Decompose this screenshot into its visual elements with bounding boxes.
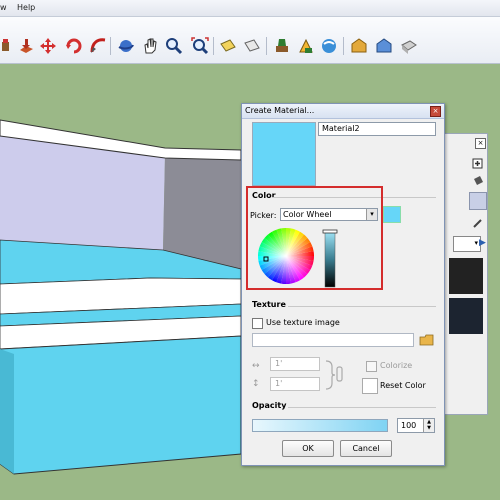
default-material-swatch[interactable] [469,192,487,210]
library-select[interactable]: ▾ [453,236,481,252]
zoom-icon[interactable] [164,36,184,56]
aspect-lock-icon[interactable] [324,359,344,391]
close-icon[interactable]: × [430,106,441,117]
ok-button[interactable]: OK [282,440,334,457]
next-arrow-icon[interactable]: ▶ [479,238,486,248]
material-thumb-dark[interactable] [449,258,483,294]
texture-path-input[interactable] [252,333,414,347]
look-around-icon[interactable] [319,36,339,56]
texture-width-input[interactable]: 1' [270,357,320,371]
reset-color-label[interactable]: Reset Color [380,381,426,390]
color-highlight-box [246,186,383,290]
toolbar-separator [110,37,111,55]
inner-side-face [163,156,241,269]
orbit-icon[interactable] [116,36,136,56]
use-texture-checkbox[interactable] [252,318,263,329]
dialog-title: Create Material... [245,106,315,115]
section-icon[interactable] [242,36,262,56]
extrude-icon[interactable] [16,36,36,56]
dialog-titlebar[interactable]: Create Material... × [242,104,444,119]
opacity-slider-fill [253,420,387,431]
material-thumb-navy[interactable] [449,298,483,334]
pan-icon[interactable] [140,36,160,56]
texture-height-input[interactable]: 1' [270,377,320,391]
reset-color-swatch[interactable] [362,378,378,394]
toolbar [0,17,500,64]
toolbar-separator [266,37,267,55]
materials-panel: × ▾ ▶ [444,133,488,415]
create-material-icon[interactable] [471,156,485,170]
create-material-dialog: Create Material... × Material2 Color Pic… [241,103,445,466]
menu-view[interactable]: w [0,3,7,12]
height-arrow-icon: ↕ [252,379,260,389]
eyedropper-icon[interactable] [471,216,485,230]
share-model-icon[interactable] [349,36,369,56]
material-name-input[interactable]: Material2 [318,122,436,136]
paint-icon[interactable] [218,36,238,56]
front-edge-face [0,349,14,474]
opacity-slider[interactable] [252,419,388,432]
get-models-icon[interactable] [374,36,394,56]
texture-section-label: Texture [252,300,286,309]
material-preview [252,122,316,186]
colorize-checkbox[interactable] [366,361,377,372]
photo-textures-icon[interactable] [399,36,419,56]
follow-me-icon[interactable] [88,36,108,56]
position-camera-icon[interactable] [296,36,316,56]
move-icon[interactable] [38,36,58,56]
front-face [0,335,242,475]
menu-help[interactable]: Help [17,3,35,12]
color-swatch [383,206,401,223]
browse-folder-icon[interactable] [419,333,435,347]
walk-icon[interactable] [272,36,292,56]
opacity-section-label: Opacity [252,401,287,410]
opacity-spinner[interactable]: ▲ ▼ [423,419,434,432]
opacity-value-input[interactable]: 100 ▲ ▼ [397,418,435,433]
use-texture-label: Use texture image [266,318,340,327]
width-arrow-icon: ↔ [252,361,260,371]
rotate-icon[interactable] [64,36,84,56]
toolbar-separator [343,37,344,55]
opacity-divider [288,407,436,408]
toolbar-separator [213,37,214,55]
zoom-extents-icon[interactable] [190,36,210,56]
menu-bar: w Help [0,0,500,17]
cancel-button[interactable]: Cancel [340,440,392,457]
paint-bucket-icon[interactable] [471,174,485,188]
panel-close-icon[interactable]: × [475,138,486,149]
opacity-value: 100 [401,421,417,430]
texture-divider [288,306,436,307]
colorize-label: Colorize [380,361,413,370]
